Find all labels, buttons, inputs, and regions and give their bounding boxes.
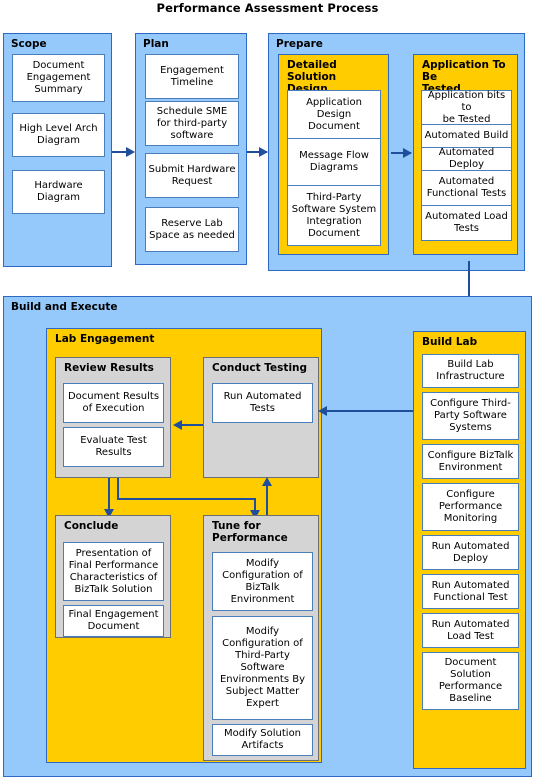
phase-prepare-title: Prepare	[276, 38, 323, 50]
atbt-item-automated-deploy[interactable]: Automated Deploy	[421, 147, 512, 171]
conclude-item-final-engagement-document[interactable]: Final Engagement Document	[63, 605, 164, 637]
tune-item-modify-solution-artifacts[interactable]: Modify Solution Artifacts	[212, 724, 313, 756]
tune-item-modify-config-third-party[interactable]: Modify Configuration of Third-Party Soft…	[212, 616, 313, 720]
arrowhead-design-to-application	[403, 148, 412, 158]
phase-plan-title: Plan	[143, 38, 169, 50]
plan-item-engagement-timeline[interactable]: Engagement Timeline	[145, 54, 239, 99]
arrowhead-plan-to-prepare	[259, 147, 268, 157]
group-review-results-title: Review Results	[64, 362, 154, 374]
connector-review-results-to-tune-horiz	[117, 498, 256, 500]
tune-item-modify-config-biztalk[interactable]: Modify Configuration of BizTalk Environm…	[212, 552, 313, 611]
arrowhead-conduct-testing-to-review-results	[173, 420, 182, 430]
phase-prepare: Prepare Detailed Solution Design Applica…	[268, 33, 525, 271]
build-lab-item-document-solution-performance-baseline[interactable]: Document Solution Performance Baseline	[422, 652, 519, 710]
group-build-lab: Build Lab Build Lab Infrastructure Confi…	[413, 331, 526, 769]
atbt-item-automated-build[interactable]: Automated Build	[421, 124, 512, 148]
group-conduct-testing-title: Conduct Testing	[212, 362, 308, 374]
phase-scope: Scope Document Engagement Summary High L…	[3, 33, 112, 267]
group-build-lab-title: Build Lab	[422, 336, 478, 348]
scope-item-document-engagement-summary[interactable]: Document Engagement Summary	[12, 54, 105, 102]
dsd-item-application-design-document[interactable]: Application Design Document	[287, 90, 381, 139]
build-lab-item-infrastructure[interactable]: Build Lab Infrastructure	[422, 354, 519, 388]
build-lab-item-configure-biztalk[interactable]: Configure BizTalk Environment	[422, 444, 519, 479]
atbt-item-automated-load-tests[interactable]: Automated Load Tests	[421, 205, 512, 241]
group-lab-engagement-title: Lab Engagement	[55, 333, 155, 345]
diagram-canvas: Performance Assessment Process Scope Doc…	[0, 0, 535, 781]
connector-tune-to-conduct-testing	[266, 483, 268, 516]
group-lab-engagement: Lab Engagement Review Results Document R…	[46, 328, 322, 763]
conclude-item-presentation-final-performance[interactable]: Presentation of Final Performance Charac…	[63, 542, 164, 601]
plan-item-submit-hardware-request[interactable]: Submit Hardware Request	[145, 153, 239, 198]
arrowhead-tune-to-conduct-testing	[262, 477, 272, 486]
scope-item-high-level-arch-diagram[interactable]: High Level Arch Diagram	[12, 113, 105, 157]
plan-item-schedule-sme[interactable]: Schedule SME for third-party software	[145, 101, 239, 146]
phase-build-and-execute: Build and Execute Lab Engagement Review …	[3, 296, 532, 777]
group-tune-for-performance: Tune for Performance Modify Configuratio…	[203, 515, 319, 761]
atbt-item-application-bits[interactable]: Application bits to be Tested	[421, 90, 512, 125]
phase-build-and-execute-title: Build and Execute	[11, 301, 118, 313]
phase-scope-title: Scope	[11, 38, 47, 50]
connector-build-lab-to-conduct-testing	[322, 410, 413, 412]
page-title: Performance Assessment Process	[156, 1, 379, 15]
dsd-item-message-flow-diagrams[interactable]: Message Flow Diagrams	[287, 138, 381, 186]
review-results-item-document-results[interactable]: Document Results of Execution	[63, 383, 164, 423]
group-application-to-be-tested: Application To Be Tested Application bit…	[413, 54, 518, 255]
build-lab-item-run-automated-deploy[interactable]: Run Automated Deploy	[422, 535, 519, 570]
phase-plan: Plan Engagement Timeline Schedule SME fo…	[135, 33, 247, 265]
scope-item-hardware-diagram[interactable]: Hardware Diagram	[12, 170, 105, 214]
conduct-testing-item-run-automated-tests[interactable]: Run Automated Tests	[212, 383, 313, 423]
atbt-item-automated-functional-tests[interactable]: Automated Functional Tests	[421, 170, 512, 206]
connector-review-results-to-tune-vert-a	[117, 478, 119, 500]
plan-item-reserve-lab-space[interactable]: Reserve Lab Space as needed	[145, 207, 239, 252]
group-conclude: Conclude Presentation of Final Performan…	[55, 515, 171, 638]
group-review-results: Review Results Document Results of Execu…	[55, 357, 171, 478]
build-lab-item-run-automated-functional-test[interactable]: Run Automated Functional Test	[422, 574, 519, 609]
group-tune-for-performance-title: Tune for Performance	[212, 520, 288, 544]
build-lab-item-run-automated-load-test[interactable]: Run Automated Load Test	[422, 613, 519, 648]
arrowhead-build-lab-to-conduct-testing	[318, 406, 327, 416]
review-results-item-evaluate-test-results[interactable]: Evaluate Test Results	[63, 427, 164, 467]
arrowhead-scope-to-plan	[126, 147, 135, 157]
group-conduct-testing: Conduct Testing Run Automated Tests	[203, 357, 319, 478]
group-detailed-solution-design: Detailed Solution Design Application Des…	[278, 54, 389, 255]
group-conclude-title: Conclude	[64, 520, 119, 532]
dsd-item-third-party-integration-document[interactable]: Third-Party Software System Integration …	[287, 185, 381, 246]
build-lab-item-configure-performance-monitoring[interactable]: Configure Performance Monitoring	[422, 483, 519, 531]
build-lab-item-configure-third-party[interactable]: Configure Third- Party Software Systems	[422, 392, 519, 440]
